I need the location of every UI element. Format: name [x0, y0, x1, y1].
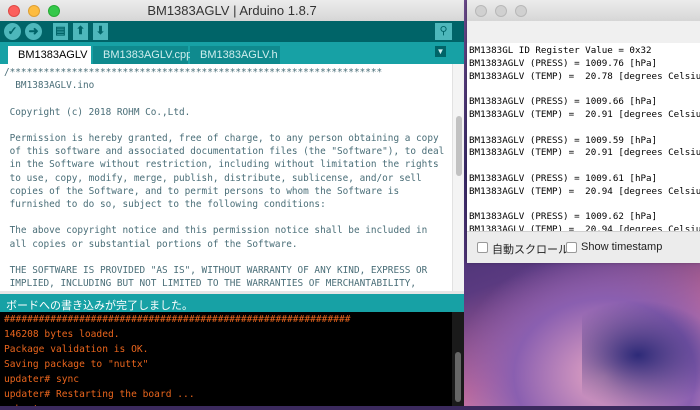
toolbar: ✓ ➜ ▤ ⬆ ⬇ ⚲: [0, 21, 464, 42]
open-sketch-button[interactable]: ⬆: [73, 23, 88, 40]
tab-bm1383aglv-cpp[interactable]: BM1383AGLV.cpp: [93, 46, 192, 64]
verify-button[interactable]: ✓: [4, 23, 21, 40]
autoscroll-label: 自動スクロール: [492, 244, 569, 256]
tab-bm1383aglv[interactable]: BM1383AGLV: [8, 46, 91, 64]
arrow-up-icon: ⬆: [75, 25, 86, 37]
console-scrollbar[interactable]: [452, 312, 464, 406]
maximize-window-button[interactable]: [515, 5, 527, 17]
console-scroll-thumb[interactable]: [455, 352, 461, 402]
tab-bm1383aglv-h[interactable]: BM1383AGLV.h: [190, 46, 280, 64]
autoscroll-checkbox[interactable]: [477, 242, 488, 253]
tab-menu-button[interactable]: ▼: [435, 46, 446, 57]
magnifier-icon: ⚲: [439, 25, 448, 37]
title-bar: BM1383AGLV | Arduino 1.8.7: [0, 0, 464, 22]
status-message: ボードへの書き込みが完了しました。: [6, 300, 193, 312]
save-sketch-button[interactable]: ⬇: [93, 23, 108, 40]
wallpaper-wave: [582, 300, 700, 410]
arrow-right-icon: ➜: [28, 24, 39, 38]
checkmark-icon: ✓: [7, 24, 18, 38]
show-timestamp-label: Show timestamp: [581, 241, 663, 253]
new-sketch-button[interactable]: ▤: [53, 23, 68, 40]
chevron-down-icon: ▼: [436, 47, 445, 56]
serial-monitor-button[interactable]: ⚲: [435, 23, 452, 40]
close-window-button[interactable]: [475, 5, 487, 17]
serial-output: BM1383GL ID Register Value = 0x32 BM1383…: [467, 43, 700, 231]
arrow-down-icon: ⬇: [95, 25, 106, 37]
tab-bar: BM1383AGLV BM1383AGLV.cpp BM1383AGLV.h: [0, 42, 464, 64]
arduino-window: BM1383AGLV | Arduino 1.8.7 ✓ ➜ ▤ ⬆ ⬇ ⚲ B…: [0, 0, 464, 406]
serial-title-bar: [467, 0, 700, 22]
code-editor[interactable]: /***************************************…: [0, 64, 452, 291]
serial-footer: 自動スクロール Show timestamp: [467, 231, 700, 263]
show-timestamp-checkbox[interactable]: [566, 242, 577, 253]
editor-scroll-thumb[interactable]: [456, 116, 462, 176]
upload-button[interactable]: ➜: [25, 23, 42, 40]
editor-text[interactable]: /***************************************…: [0, 64, 452, 291]
status-bar: ボードへの書き込みが完了しました。: [0, 294, 464, 312]
minimize-window-button[interactable]: [495, 5, 507, 17]
console-text: ########################################…: [4, 314, 351, 406]
serial-output-text: BM1383GL ID Register Value = 0x32 BM1383…: [469, 45, 700, 231]
console-output: ########################################…: [0, 312, 452, 406]
editor-scrollbar[interactable]: [452, 64, 464, 291]
window-title: BM1383AGLV | Arduino 1.8.7: [147, 3, 317, 18]
serial-send-input[interactable]: [467, 21, 700, 44]
new-file-icon: ▤: [55, 25, 66, 37]
serial-monitor-window: BM1383GL ID Register Value = 0x32 BM1383…: [467, 0, 700, 263]
